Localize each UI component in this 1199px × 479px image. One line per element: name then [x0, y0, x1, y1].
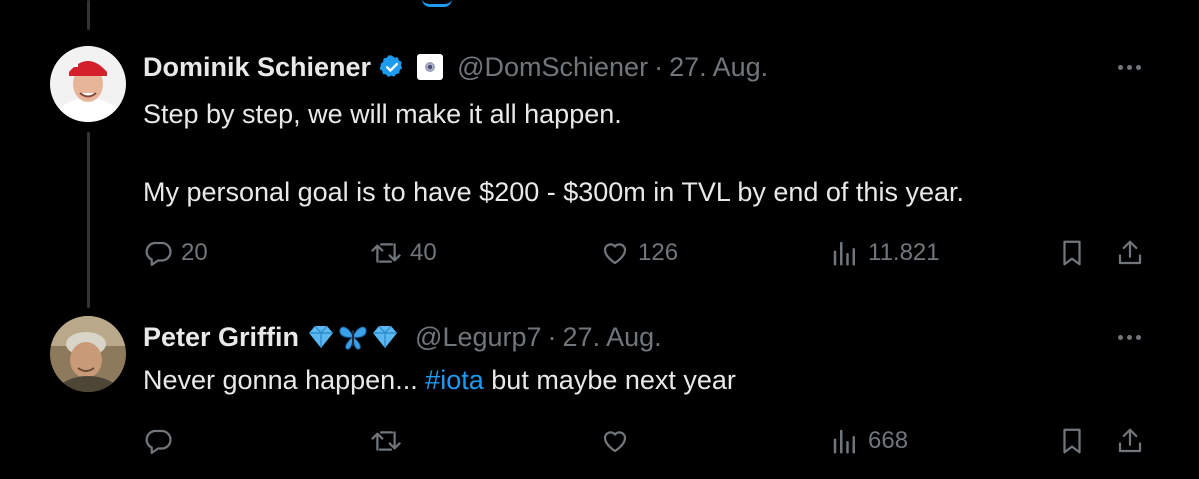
repost-button[interactable]: 40 [370, 233, 437, 273]
share-button[interactable] [1115, 421, 1145, 461]
like-icon [603, 243, 627, 265]
more-icon[interactable] [1111, 322, 1147, 352]
tweet-date[interactable]: 27. Aug. [669, 52, 768, 83]
gem-emoji-icon [309, 325, 334, 348]
gem-emoji-icon [373, 325, 398, 348]
tweet-text-line: My personal goal is to have $200 - $300m… [143, 177, 964, 207]
separator: · [547, 321, 557, 352]
tweet-text-before: Never gonna happen... [143, 365, 426, 395]
tweet-text: Never gonna happen... #iota but maybe ne… [143, 362, 736, 398]
bookmark-icon [1063, 240, 1081, 266]
bookmark-button[interactable] [1057, 233, 1087, 273]
affiliate-badge-icon[interactable] [417, 54, 444, 80]
verified-icon[interactable] [379, 54, 405, 80]
avatar[interactable] [50, 316, 126, 392]
bookmark-button[interactable] [1057, 421, 1087, 461]
tweet[interactable]: Peter Griffin @Legurp7 · 27. Aug. Never … [0, 310, 1199, 479]
reply-count: 20 [181, 239, 208, 266]
like-button[interactable]: 126 [600, 233, 678, 273]
separator: · [654, 51, 664, 82]
views-button[interactable]: 11.821 [830, 233, 940, 273]
more-icon[interactable] [1111, 52, 1147, 82]
repost-button[interactable] [370, 421, 402, 461]
author-handle[interactable]: @Legurp7 [415, 322, 542, 353]
repost-icon [371, 243, 401, 263]
butterfly-emoji-icon [339, 326, 367, 350]
tweet-header: Peter Griffin @Legurp7 · 27. Aug. [143, 320, 662, 354]
tweet-text-line: Step by step, we will make it all happen… [143, 99, 622, 129]
reply-icon [145, 429, 172, 454]
author-name[interactable]: Peter Griffin [143, 322, 299, 353]
reply-button[interactable]: 20 [143, 233, 208, 273]
views-count: 668 [868, 427, 909, 454]
tweet-actions: 20 40 126 11.821 [0, 233, 1199, 273]
share-icon [1118, 240, 1142, 265]
reply-button[interactable] [143, 421, 173, 461]
views-icon [833, 429, 855, 454]
repost-count: 40 [410, 239, 437, 266]
share-icon [1118, 428, 1142, 453]
avatar[interactable] [50, 46, 126, 122]
author-name[interactable]: Dominik Schiener [143, 52, 371, 83]
like-count: 126 [638, 239, 679, 266]
tweet-header: Dominik Schiener @DomSchiener · 27. Aug. [143, 50, 768, 84]
tweet-actions: 668 [0, 421, 1199, 461]
name-emojis [307, 324, 401, 350]
hashtag-link[interactable]: #iota [425, 365, 484, 395]
share-button[interactable] [1115, 233, 1145, 273]
previous-tweet-link-fragment[interactable] [422, 0, 452, 7]
like-button[interactable] [600, 421, 630, 461]
repost-icon [371, 431, 401, 451]
views-icon [833, 241, 855, 266]
tweet-text-after: but maybe next year [483, 365, 736, 395]
tweet[interactable]: Dominik Schiener @DomSchiener · 27. Aug.… [0, 40, 1199, 290]
thread-line-top [87, 0, 90, 30]
reply-icon [145, 241, 172, 266]
views-count: 11.821 [868, 239, 940, 266]
author-handle[interactable]: @DomSchiener [457, 52, 648, 83]
bookmark-icon [1063, 428, 1081, 454]
tweet-date[interactable]: 27. Aug. [563, 322, 662, 353]
views-button[interactable]: 668 [830, 421, 908, 461]
like-icon [603, 431, 627, 453]
